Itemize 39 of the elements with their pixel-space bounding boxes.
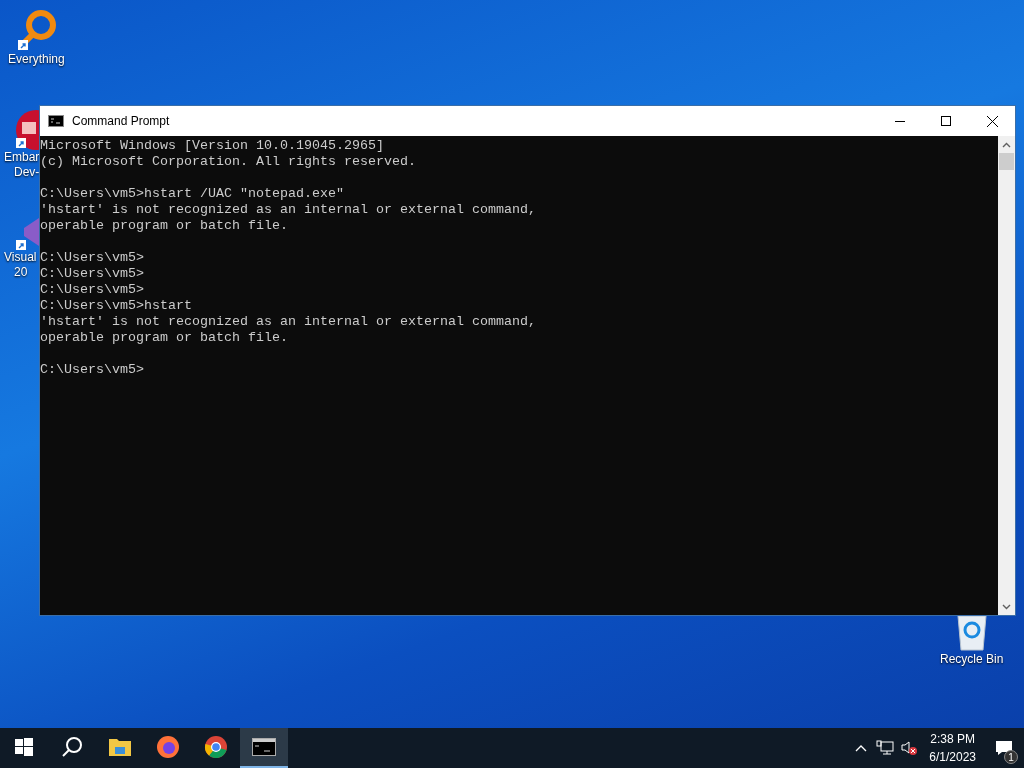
terminal-icon (48, 115, 64, 127)
icon-label: Dev- (14, 165, 40, 180)
network-icon (876, 740, 895, 756)
icon-label: Everything (8, 52, 65, 67)
taskbar-terminal-button[interactable] (240, 728, 288, 768)
chevron-up-icon (855, 744, 868, 752)
window-title: Command Prompt (72, 113, 170, 130)
icon-label: Recycle Bin (940, 652, 1004, 667)
terminal-icon (252, 738, 276, 756)
console-line: Microsoft Windows [Version 10.0.19045.2965] (40, 138, 385, 154)
console-line: C:\Users\vm5>hstart (40, 298, 193, 314)
notification-count: 1 (1004, 750, 1018, 764)
chevron-down-icon (1002, 603, 1011, 610)
icon-label: 20 (14, 265, 28, 280)
console-line: operable program or batch file. (40, 330, 289, 346)
close-icon (986, 115, 998, 127)
start-icon (15, 738, 33, 756)
muted-speaker-icon (900, 740, 919, 756)
console-line: (c) Microsoft Corporation. All rights reserved. (40, 154, 417, 170)
firefox-icon (156, 735, 180, 759)
icon-label: Embar (4, 150, 40, 165)
scrollbar[interactable] (998, 136, 1015, 615)
clock-date: 6/1/2023 (929, 749, 976, 766)
console-line: C:\Users\vm5>hstart /UAC "notepad.exe" (40, 186, 345, 202)
chrome-icon (204, 735, 228, 759)
folder-icon (108, 737, 132, 757)
chevron-up-icon (1002, 141, 1011, 148)
scroll-thumb[interactable] (999, 153, 1014, 170)
console-line: C:\Users\vm5> (40, 266, 145, 282)
console-line: C:\Users\vm5> (40, 250, 145, 266)
console-line: 'hstart' is not recognized as an internal or external command, (40, 202, 537, 218)
console-line: 'hstart' is not recognized as an internal or external command, (40, 314, 537, 330)
clock-time: 2:38 PM (930, 731, 975, 748)
console-line: C:\Users\vm5> (40, 282, 145, 298)
maximize-icon (941, 116, 951, 126)
console-line: operable program or batch file. (40, 218, 289, 234)
icon-label: Visual (4, 250, 37, 265)
search-icon (61, 736, 83, 758)
console-line: C:\Users\vm5> (40, 362, 145, 378)
